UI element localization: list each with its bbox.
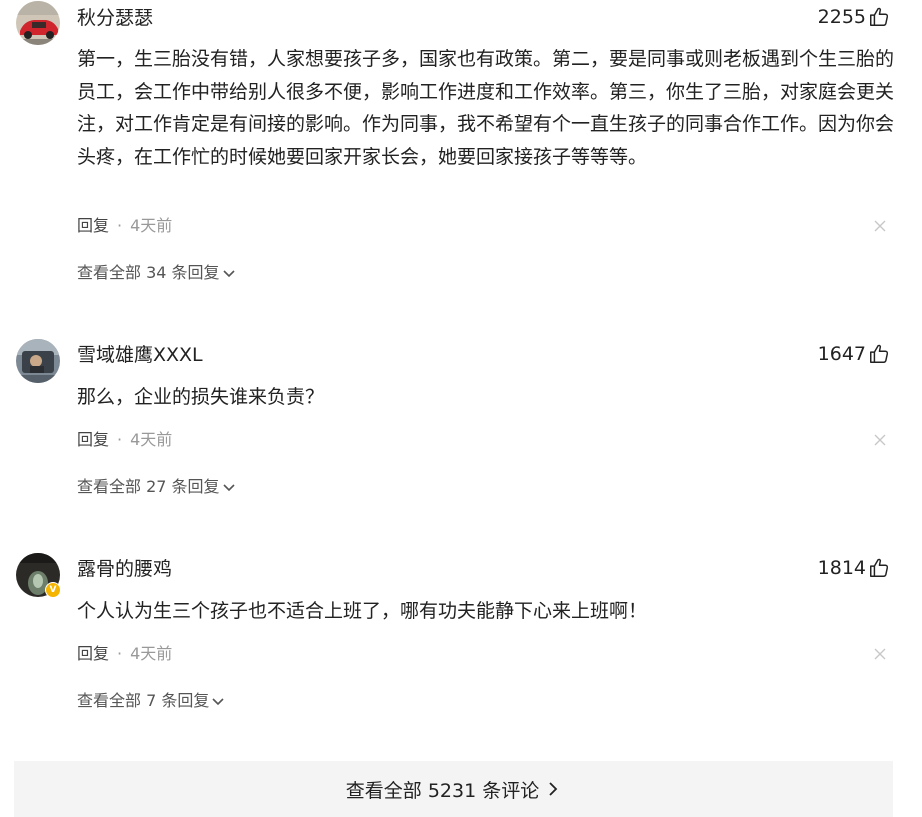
view-replies-label: 查看全部 34 条回复 xyxy=(77,263,220,282)
like-count: 1814 xyxy=(817,557,866,579)
comment-text: 第一，生三胎没有错，人家想要孩子多，国家也有政策。第二，要是同事或则老板遇到个生… xyxy=(77,48,895,168)
like-count: 1647 xyxy=(817,343,866,365)
like-button[interactable]: 2255 xyxy=(818,3,890,31)
reply-button[interactable]: 回复 xyxy=(77,214,109,238)
close-icon[interactable] xyxy=(868,214,892,238)
avatar[interactable] xyxy=(16,1,60,45)
close-icon[interactable] xyxy=(868,642,892,666)
thumbs-up-icon xyxy=(870,7,889,26)
chevron-right-icon xyxy=(549,782,558,796)
separator: · xyxy=(117,216,123,235)
red-car-avatar-icon xyxy=(16,1,60,45)
avatar[interactable] xyxy=(16,339,60,383)
view-all-comments-label: 查看全部 5231 条评论 xyxy=(345,779,540,802)
view-replies-button[interactable]: 查看全部 7 条回复 xyxy=(77,689,225,713)
view-replies-button[interactable]: 查看全部 34 条回复 xyxy=(77,261,236,285)
close-icon[interactable] xyxy=(868,428,892,452)
separator: · xyxy=(117,644,123,663)
comment-meta: 回复 · 4天前 xyxy=(77,642,172,666)
chevron-down-icon xyxy=(222,484,235,492)
comment-text: 那么，企业的损失谁来负责？ xyxy=(77,386,325,408)
username[interactable]: 秋分瑟瑟 xyxy=(77,4,153,32)
timestamp: 4天前 xyxy=(130,216,173,235)
separator: · xyxy=(117,430,123,449)
verified-badge: V xyxy=(45,582,61,598)
comment-text: 个人认为生三个孩子也不适合上班了，哪有功夫能静下心来上班啊！ xyxy=(77,600,648,622)
view-all-comments-button[interactable]: 查看全部 5231 条评论 xyxy=(14,761,893,817)
like-button[interactable]: 1814 xyxy=(818,554,890,582)
like-button[interactable]: 1647 xyxy=(818,340,890,368)
like-count: 2255 xyxy=(817,6,866,28)
comment-meta: 回复 · 4天前 xyxy=(77,214,172,238)
reply-button[interactable]: 回复 xyxy=(77,428,109,452)
reply-button[interactable]: 回复 xyxy=(77,642,109,666)
view-replies-label: 查看全部 7 条回复 xyxy=(77,691,210,710)
view-replies-button[interactable]: 查看全部 27 条回复 xyxy=(77,475,236,499)
comment-meta: 回复 · 4天前 xyxy=(77,428,172,452)
chevron-down-icon xyxy=(222,270,235,278)
username[interactable]: 雪域雄鹰XXXL xyxy=(77,341,203,369)
timestamp: 4天前 xyxy=(130,430,173,449)
username[interactable]: 露骨的腰鸡 xyxy=(77,555,172,583)
car-window-avatar-icon xyxy=(16,339,60,383)
chevron-down-icon xyxy=(212,698,224,706)
view-replies-label: 查看全部 27 条回复 xyxy=(77,477,220,496)
timestamp: 4天前 xyxy=(130,644,173,663)
thumbs-up-icon xyxy=(870,558,889,577)
thumbs-up-icon xyxy=(870,344,889,363)
